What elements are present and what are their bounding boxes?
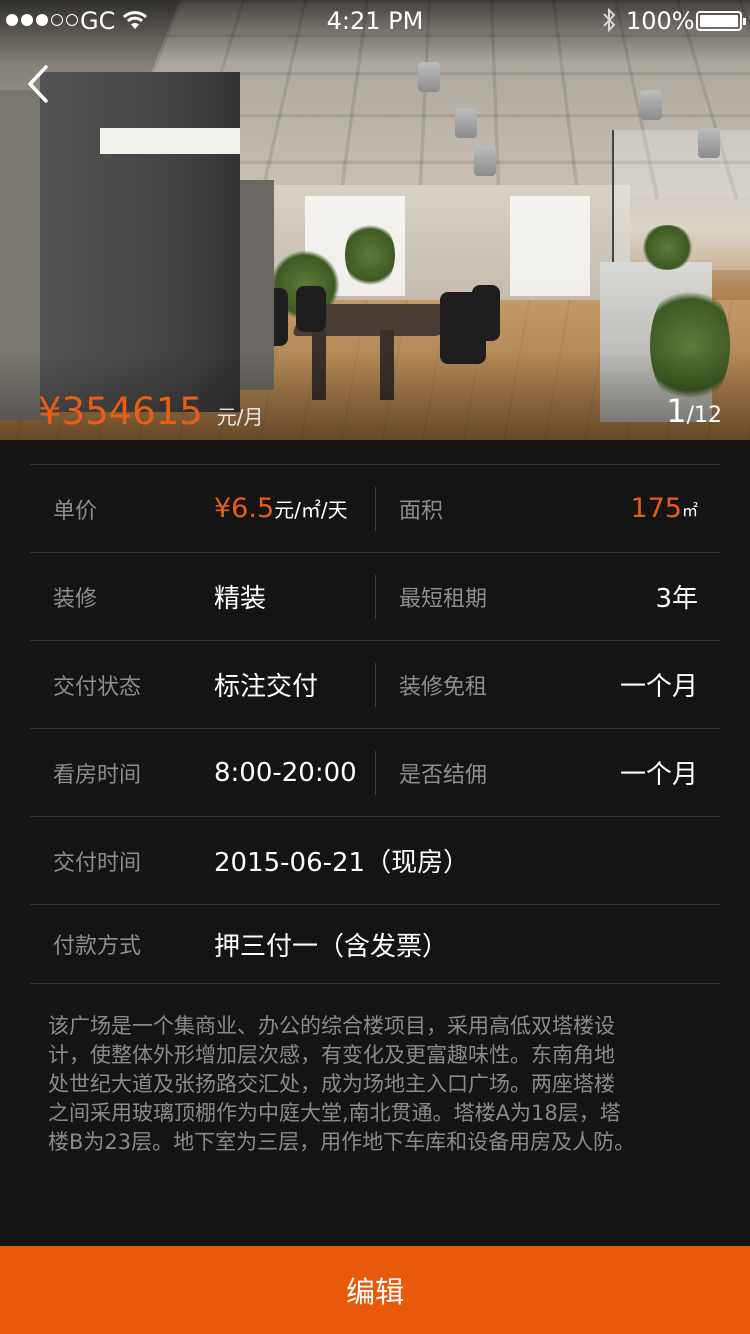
viewing-time-value: 8:00-20:00 (214, 757, 357, 788)
min-lease-label: 最短租期 (399, 586, 488, 612)
column-divider (375, 751, 376, 795)
back-button[interactable] (16, 60, 60, 108)
rent-free-label: 装修免租 (399, 674, 488, 700)
spec-row: 单价 ¥6.5 元/㎡/天 面积 175 ㎡ (30, 464, 720, 552)
photo-pager: 1 /12 (666, 392, 722, 430)
description-line: 该广场是一个集商业、办公的综合楼项目，采用高低双塔楼设 (48, 1014, 615, 1038)
delivery-status-label: 交付状态 (53, 674, 142, 700)
detail-page: GC 4:21 PM 100% ¥354615 元/月 1 /12 单价 ¥6.… (0, 0, 750, 1334)
column-divider (375, 575, 376, 619)
viewing-time-label: 看房时间 (53, 762, 142, 788)
pager-current: 1 (666, 392, 687, 430)
property-photo[interactable] (0, 0, 750, 440)
area-label: 面积 (399, 498, 444, 524)
price-value: ¥354615 (38, 390, 203, 433)
description-line: 楼B为23层。地下室为三层，用作地下车库和设备用房及人防。 (48, 1130, 636, 1154)
column-divider (375, 487, 376, 531)
payment-method-label: 付款方式 (53, 934, 142, 959)
monthly-price: ¥354615 元/月 (38, 390, 264, 433)
spec-row: 看房时间 8:00-20:00 是否结佣 一个月 (30, 728, 720, 816)
column-divider (375, 663, 376, 707)
battery-percentage: 100% (626, 7, 695, 35)
delivery-status-value: 标注交付 (214, 672, 319, 702)
spec-row: 交付状态 标注交付 装修免租 一个月 (30, 640, 720, 728)
rent-free-value: 一个月 (619, 672, 698, 702)
delivery-date-label: 交付时间 (53, 850, 142, 876)
status-bar: GC 4:21 PM 100% (0, 0, 750, 40)
property-description: 该广场是一个集商业、办公的综合楼项目，采用高低双塔楼设 计，使整体外形增加层次感… (48, 1012, 714, 1157)
min-lease-value: 3年 (655, 584, 698, 614)
spec-row: 付款方式 押三付一（含发票） (30, 904, 720, 984)
decoration-label: 装修 (53, 586, 98, 612)
bluetooth-icon (600, 7, 618, 39)
commission-value: 一个月 (619, 760, 698, 790)
description-line: 之间采用玻璃顶棚作为中庭大堂,南北贯通。塔楼A为18层，塔 (48, 1101, 621, 1125)
delivery-date-value: 2015-06-21（现房） (214, 848, 470, 878)
spec-row: 装修 精装 最短租期 3年 (30, 552, 720, 640)
spec-table: 单价 ¥6.5 元/㎡/天 面积 175 ㎡ 装修 精装 最短租期 3年 交付状态 … (30, 464, 720, 984)
unit-price-label: 单价 (53, 498, 98, 524)
pager-total: /12 (686, 403, 722, 428)
spec-row: 交付时间 2015-06-21（现房） (30, 816, 720, 904)
area-value: 175 ㎡ (630, 493, 698, 524)
price-unit: 元/月 (216, 405, 264, 429)
decoration-value: 精装 (214, 584, 267, 614)
commission-label: 是否结佣 (399, 762, 488, 788)
unit-price-value: ¥6.5 元/㎡/天 (214, 493, 348, 524)
battery-icon (696, 11, 746, 31)
description-line: 计，使整体外形增加层次感，有变化及更富趣味性。东南角地 (48, 1043, 615, 1067)
back-chevron-icon (28, 65, 48, 103)
edit-button[interactable]: 编辑 (0, 1246, 750, 1334)
description-line: 处世纪大道及张扬路交汇处，成为场地主入口广场。两座塔楼 (48, 1072, 615, 1096)
payment-method-value: 押三付一（含发票） (214, 931, 449, 962)
